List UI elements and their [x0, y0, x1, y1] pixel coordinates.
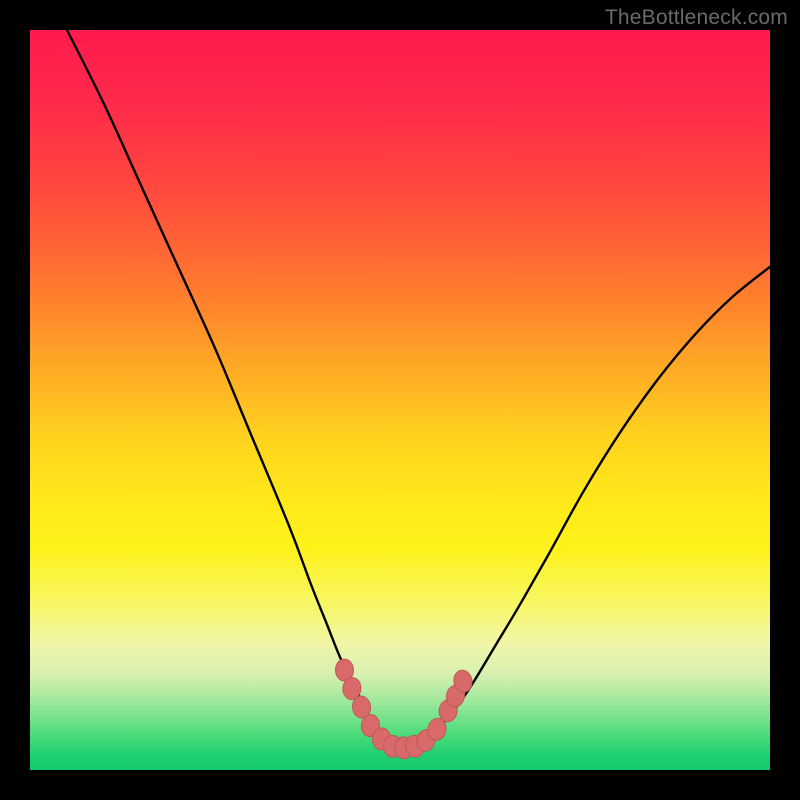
- watermark-text: TheBottleneck.com: [605, 6, 788, 30]
- outer-frame: TheBottleneck.com: [0, 0, 800, 800]
- bottleneck-curve: [67, 30, 770, 748]
- curve-markers: [335, 659, 474, 760]
- plot-area: [30, 30, 770, 770]
- curve-svg: [30, 30, 770, 770]
